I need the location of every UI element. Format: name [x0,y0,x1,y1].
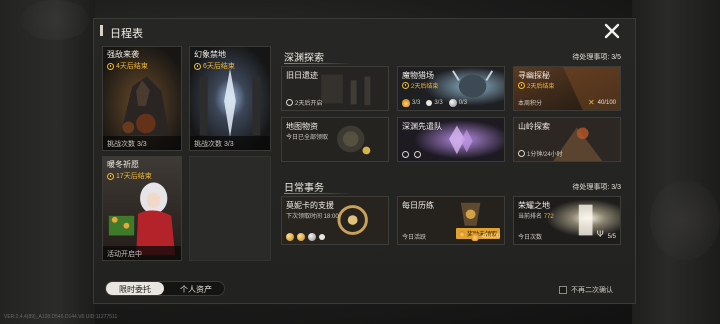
moon-icon [426,100,433,106]
orb-icon [448,99,457,107]
event-timer: 17天后结束 [107,171,152,181]
coin-icon [286,233,294,241]
no-confirm-checkbox[interactable]: 不再二次确认 [559,285,613,295]
page-title: 日程表 [110,28,143,40]
clock-icon [402,82,409,89]
lock-icon [402,151,409,158]
tile-map-supplies[interactable]: 地图物资 今日已全部领取 [281,117,389,162]
tile-open-time: 2天后开启 [286,98,322,107]
clock-icon [107,172,114,180]
coin-icon [297,233,305,241]
clock-icon [414,151,421,158]
close-icon [604,23,620,39]
gem-icon [308,233,316,241]
tile-title: 寻幽探秘 [518,71,550,80]
trident-icon [597,230,605,241]
tile-rewards [286,233,325,241]
schedule-panel: 日程表 强敌来袭 4天后结束 挑战次数 3/3 幻象禁地 6天后结束 挑战次数 … [93,18,636,304]
clock-icon [518,82,525,89]
event-card-strong-enemy[interactable]: 强敌来袭 4天后结束 挑战次数 3/3 [102,46,182,151]
tile-glory-land[interactable]: 荣耀之地 当前排名 772 今日次数 5/5 [513,196,621,245]
event-footer: 活动开启中 [103,246,181,260]
tile-title: 地图物资 [286,122,318,131]
event-footer: 挑战次数 3/3 [103,136,181,150]
tile-daily-training[interactable]: 每日历练 奖励未领取 今日活跃 40/100 [397,196,505,245]
tile-secret-exploration[interactable]: 寻幽探秘 2天后结束 本周积分 ✕ 40/100 [513,66,621,111]
tile-title: 深渊先遣队 [402,122,442,131]
version-info: VER:2.4.4(89)_A138.D546.D144.V6 UID:1127… [4,314,118,320]
tile-monster-hunt[interactable]: 魔物猎场 2天后结束 3/3 3/3 0/3 [397,66,505,111]
tile-attempts-value: 5/5 [597,230,616,241]
event-card-winter-wish[interactable]: 暖冬祈愿 17天后结束 活动开启中 [102,156,182,261]
event-column: 强敌来袭 4天后结束 挑战次数 3/3 幻象禁地 6天后结束 挑战次数 3/3 [102,46,272,261]
section-title-daily: 日常事务 [284,183,324,194]
tile-activity-label: 今日活跃 [402,235,427,241]
event-title: 强敌来袭 [107,50,139,59]
event-timer: 6天后结束 [194,61,235,71]
tile-weekly-points: ✕ 40/100 [587,98,616,107]
event-timer: 4天后结束 [107,61,148,71]
panel-header: 日程表 [94,19,635,45]
section-underline [284,193,354,194]
tile-title: 荣耀之地 [518,201,550,210]
crossed-swords-icon: ✕ [587,98,595,107]
tile-next-claim: 下次领取时间 18:00 [286,214,339,220]
tile-activity-value: 40/100 [470,233,500,241]
tile-rank: 当前排名 772 [518,214,554,220]
tile-abyss-vanguard[interactable]: 深渊先遣队 [397,117,505,162]
tile-timer: 1分钟/24小时 [518,149,563,158]
background-left [0,0,95,324]
tile-icons [402,151,421,158]
clock-icon [107,62,114,70]
event-title: 暖冬祈愿 [107,160,139,169]
tile-timer: 2天后结束 [518,81,554,90]
event-footer: 挑战次数 3/3 [190,136,270,150]
background-orb [20,0,90,40]
background-right [632,0,720,324]
tile-title: 旧日遗迹 [286,71,318,80]
clock-icon [518,150,525,157]
checkbox-box[interactable] [559,286,567,294]
tile-weekly-points-label: 本周积分 [518,101,543,107]
tile-counters: 3/3 3/3 0/3 [402,99,467,107]
close-button[interactable] [603,22,621,40]
feather-icon [319,234,325,240]
tile-title: 每日历练 [402,201,434,210]
tile-mountain-exploration[interactable]: 山岭探索 1分钟/24小时 [513,117,621,162]
clock-icon [194,62,201,70]
flame-icon [470,233,479,241]
section-underline [284,63,354,64]
flame-icon [402,99,410,107]
tile-title: 山岭探索 [518,122,550,131]
tile-attempts-label: 今日次数 [518,235,543,241]
tile-title: 莫妮卡的支援 [286,201,334,210]
event-title: 幻象禁地 [194,50,226,59]
background-orb [650,180,720,260]
tile-timer: 2天后结束 [402,81,438,90]
empty-event-slot [189,156,271,261]
tile-title: 魔物猎场 [402,71,434,80]
tile-monica-support[interactable]: 莫妮卡的支援 下次领取时间 18:00 [281,196,389,245]
tab-limited-commission[interactable]: 限时委托 [106,282,164,295]
tile-old-ruins[interactable]: 旧日遗迹 2天后开启 [281,66,389,111]
daily-pending-count: 待处理事项: 3/3 [572,184,621,191]
event-card-illusion-zone[interactable]: 幻象禁地 6天后结束 挑战次数 3/3 [189,46,271,151]
section-title-abyss: 深渊探索 [284,53,324,64]
lock-icon [286,99,293,106]
bottom-tab-bar: 限时委托 个人资产 [105,281,225,296]
tab-personal-assets[interactable]: 个人资产 [168,282,224,295]
flame-icon [459,230,465,237]
abyss-pending-count: 待处理事项: 3/5 [572,54,621,61]
header-accent-bar [100,25,103,36]
checkbox-label: 不再二次确认 [571,287,613,294]
tile-status: 今日已全部领取 [286,135,329,141]
